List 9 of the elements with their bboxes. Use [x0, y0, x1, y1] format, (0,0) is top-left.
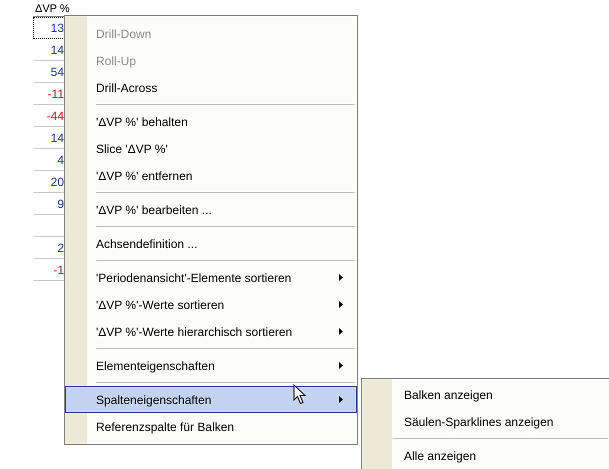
menu-item[interactable]: Elementeigenschaften: [67, 352, 355, 379]
menu-item[interactable]: 'ΔVP %'-Werte hierarchisch sortieren: [67, 318, 355, 345]
menu-item[interactable]: Säulen-Sparklines anzeigen: [364, 408, 608, 435]
menu-item[interactable]: 'ΔVP %'-Werte sortieren: [67, 291, 355, 318]
menu-item[interactable]: Alle anzeigen: [364, 442, 608, 469]
menu-item[interactable]: Referenzspalte für Balken: [67, 413, 355, 440]
menu-item[interactable]: Balken anzeigen: [364, 381, 608, 408]
menu-item[interactable]: Spalteneigenschaften: [65, 386, 357, 413]
mouse-cursor-icon: [293, 384, 307, 405]
